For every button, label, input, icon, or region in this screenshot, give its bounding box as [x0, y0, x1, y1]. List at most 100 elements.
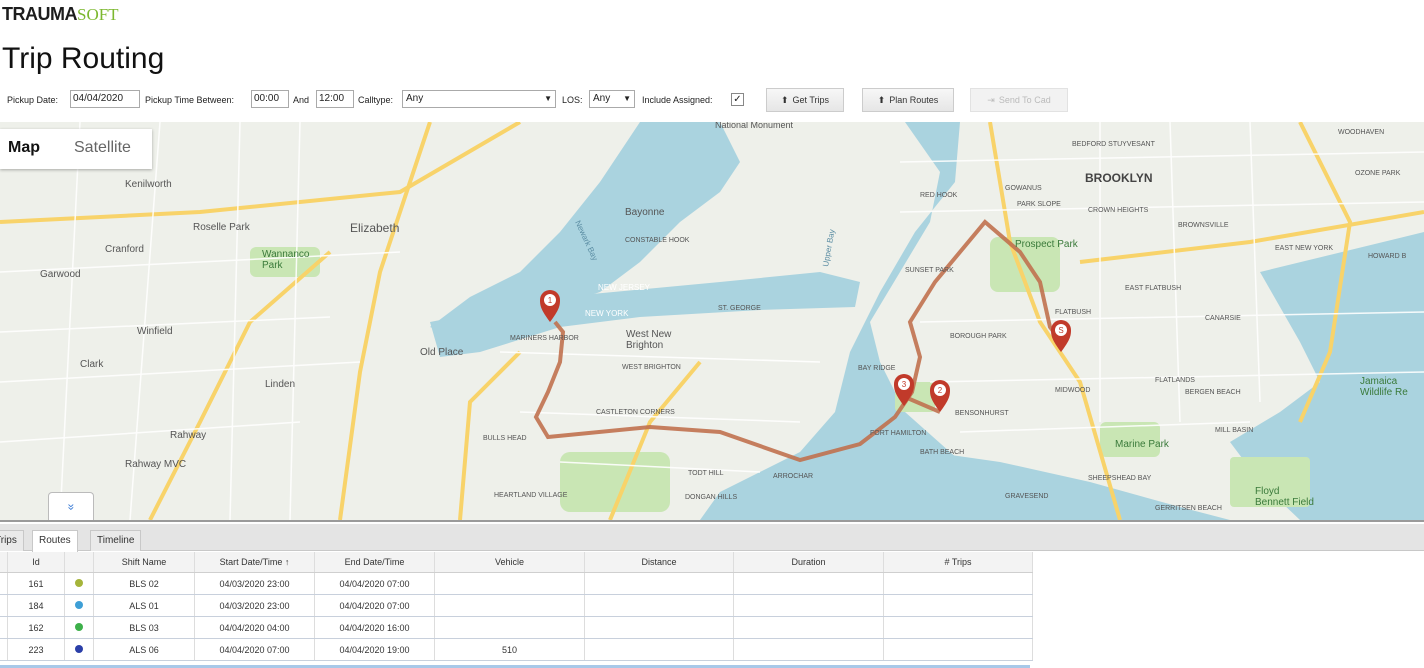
col-id[interactable]: Id: [7, 552, 65, 573]
label-gerritsen: GERRITSEN BEACH: [1155, 505, 1222, 512]
label-bulls-head: BULLS HEAD: [483, 435, 527, 442]
and-label: And: [293, 95, 310, 105]
cell-distance: [584, 572, 734, 595]
cell-end: 04/04/2020 07:00: [314, 594, 435, 617]
route-color-cell: [64, 572, 94, 595]
pickup-date-label: Pickup Date:: [7, 95, 59, 105]
table-row[interactable]: 223 ALS 06 04/04/2020 07:00 04/04/2020 19:0…: [0, 638, 1033, 661]
route-color-dot: [75, 600, 83, 609]
col-distance[interactable]: Distance: [584, 552, 734, 573]
cell-duration: [733, 638, 884, 661]
cell-start: 04/04/2020 07:00: [194, 638, 315, 661]
cell-vehicle: [434, 572, 585, 595]
map-type-toggle: Map Satellite: [0, 129, 152, 169]
col-vehicle[interactable]: Vehicle: [434, 552, 585, 573]
double-chevron-down-icon: »: [64, 503, 78, 511]
tab-trips[interactable]: Trips: [0, 530, 24, 551]
routes-panel: Trips Routes Timeline Id Shift Name Star…: [0, 520, 1424, 668]
cell-shift: BLS 03: [93, 616, 195, 639]
panel-tabbar: Trips Routes Timeline: [0, 524, 1424, 552]
label-red-hook: RED HOOK: [920, 192, 958, 199]
plan-routes-label: Plan Routes: [889, 95, 939, 105]
label-arrochar: ARROCHAR: [773, 473, 813, 480]
label-park-slope: PARK SLOPE: [1017, 201, 1061, 208]
calltype-label: Calltype:: [358, 95, 394, 105]
label-bayonne: Bayonne: [625, 207, 665, 218]
cell-end: 04/04/2020 16:00: [314, 616, 435, 639]
brand-logo-part2: SOFT: [77, 5, 119, 24]
row-handle: [0, 572, 8, 595]
col-trips[interactable]: # Trips: [883, 552, 1033, 573]
plan-routes-button[interactable]: ⬆ Plan Routes: [862, 88, 954, 112]
los-select[interactable]: Any ▼: [589, 90, 635, 108]
route-color-dot: [75, 644, 83, 653]
label-sunset-park: SUNSET PARK: [905, 267, 954, 274]
cell-trips: [883, 594, 1033, 617]
cell-distance: [584, 616, 734, 639]
marker-3-label: 3: [902, 380, 907, 389]
table-row[interactable]: 184 ALS 01 04/03/2020 23:00 04/04/2020 07:0…: [0, 594, 1033, 617]
send-to-cad-button[interactable]: ⇥ Send To Cad: [970, 88, 1068, 112]
plan-routes-icon: ⬆: [877, 95, 886, 105]
time-to-input[interactable]: 12:00: [316, 90, 354, 108]
label-canarsie: CANARSIE: [1205, 315, 1241, 322]
label-mariners-harbor: MARINERS HARBOR: [510, 335, 579, 342]
time-from-input[interactable]: 00:00: [251, 90, 289, 108]
label-flatlands: FLATLANDS: [1155, 377, 1195, 384]
col-shift-name[interactable]: Shift Name: [93, 552, 195, 573]
cell-id: 161: [7, 572, 65, 595]
route-color-cell: [64, 616, 94, 639]
marker-start[interactable]: S: [1051, 320, 1071, 352]
cell-shift: BLS 02: [93, 572, 195, 595]
label-fort-hamilton: FORT HAMILTON: [870, 430, 926, 437]
col-duration[interactable]: Duration: [733, 552, 884, 573]
label-new-jersey: NEW JERSEY: [598, 283, 651, 292]
tab-routes[interactable]: Routes: [32, 530, 78, 552]
label-elizabeth: Elizabeth: [350, 221, 399, 235]
label-roselle-park: Roselle Park: [193, 222, 251, 233]
cell-duration: [733, 572, 884, 595]
filter-toolbar: Pickup Date: 04/04/2020 Pickup Time Betw…: [0, 88, 1424, 112]
get-trips-button[interactable]: ⬆ Get Trips: [766, 88, 844, 112]
route-color-cell: [64, 638, 94, 661]
label-castleton: CASTLETON CORNERS: [596, 409, 675, 416]
table-row[interactable]: 161 BLS 02 04/03/2020 23:00 04/04/2020 07:0…: [0, 572, 1033, 595]
map-tab[interactable]: Map: [8, 139, 40, 157]
satellite-tab[interactable]: Satellite: [74, 139, 131, 157]
label-ozone-park: OZONE PARK: [1355, 170, 1401, 177]
label-kenilworth: Kenilworth: [125, 179, 172, 190]
label-crown-heights: CROWN HEIGHTS: [1088, 207, 1149, 214]
cell-vehicle: 510: [434, 638, 585, 661]
label-sheepshead: SHEEPSHEAD BAY: [1088, 475, 1152, 482]
cell-end: 04/04/2020 07:00: [314, 572, 435, 595]
label-new-york: NEW YORK: [585, 309, 629, 318]
marker-start-label: S: [1058, 326, 1063, 335]
col-start[interactable]: Start Date/Time ↑: [194, 552, 315, 573]
label-howard-beach: HOWARD B: [1368, 253, 1407, 260]
include-assigned-checkbox[interactable]: ✓: [731, 93, 744, 106]
pickup-date-input[interactable]: 04/04/2020: [70, 90, 140, 108]
calltype-select[interactable]: Any ▼: [402, 90, 556, 108]
label-borough-park: BOROUGH PARK: [950, 333, 1007, 340]
label-woodhaven: WOODHAVEN: [1338, 129, 1384, 136]
collapse-panel-button[interactable]: »: [48, 492, 94, 521]
label-st-george: ST. GEORGE: [718, 305, 761, 312]
table-row[interactable]: 162 BLS 03 04/04/2020 04:00 04/04/2020 16:0…: [0, 616, 1033, 639]
col-color: [64, 552, 94, 573]
label-cranford: Cranford: [105, 244, 144, 255]
tab-timeline[interactable]: Timeline: [90, 530, 142, 551]
label-bensonhurst: BENSONHURST: [955, 410, 1009, 417]
cell-trips: [883, 572, 1033, 595]
label-clark: Clark: [80, 359, 104, 370]
label-bergen-beach: BERGEN BEACH: [1185, 389, 1241, 396]
route-map[interactable]: Kenilworth Roselle Park Elizabeth Cranfo…: [0, 122, 1424, 520]
col-end[interactable]: End Date/Time: [314, 552, 435, 573]
route-color-dot: [75, 578, 83, 587]
label-bath-beach: BATH BEACH: [920, 449, 964, 456]
chevron-down-icon: ▼: [544, 94, 552, 103]
label-marine-park: Marine Park: [1115, 439, 1170, 450]
brand-logo-part1: TRAUMA: [2, 4, 78, 24]
cell-start: 04/03/2020 23:00: [194, 572, 315, 595]
los-value: Any: [593, 93, 611, 104]
send-icon: ⇥: [987, 95, 995, 105]
